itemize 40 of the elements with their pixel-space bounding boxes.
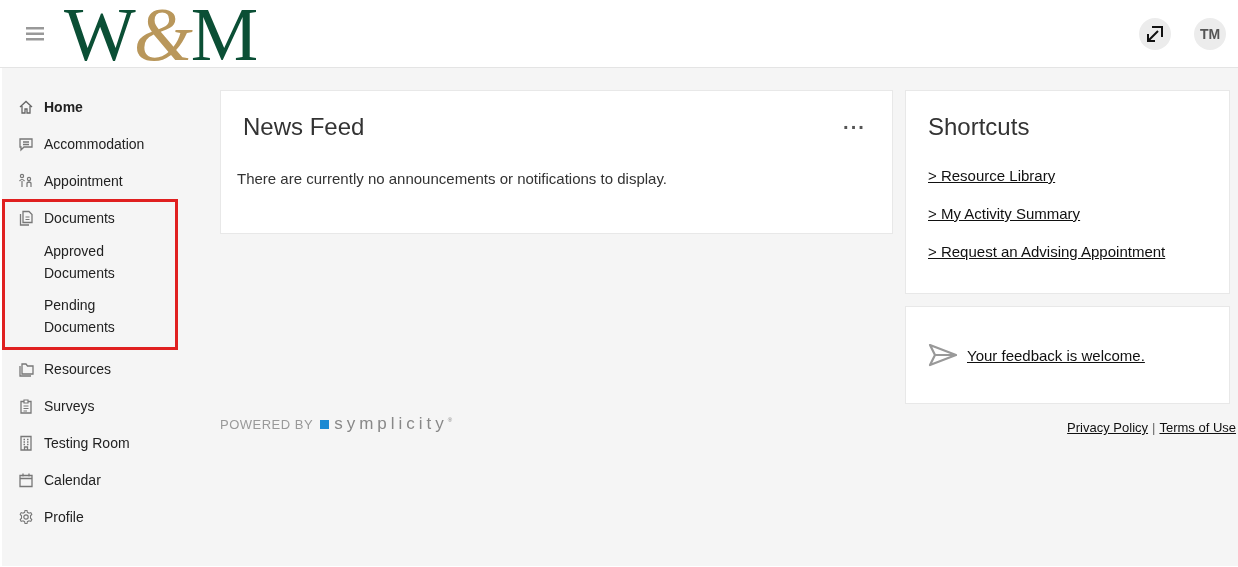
building-icon — [18, 434, 34, 451]
powered-by-label: POWERED BY — [220, 416, 314, 432]
logo-letter[interactable]: W — [64, 0, 134, 68]
sidebar-subitem[interactable]: Approved Documents — [2, 236, 144, 290]
shortcut-link[interactable]: > Request an Advising Appointment — [928, 243, 1166, 260]
user-avatar[interactable]: TM — [1194, 17, 1226, 50]
chat-icon — [18, 135, 34, 152]
document-icon — [18, 209, 34, 226]
shortcut-link[interactable]: > My Activity Summary — [928, 205, 1081, 222]
sidebar-item[interactable]: Home — [2, 88, 200, 125]
brand-name: symplicity$^{®}$ — [334, 414, 457, 434]
sidebar-item[interactable]: Accommodation — [2, 125, 200, 162]
card-title: News Feed — [243, 113, 365, 141]
sidebar-item[interactable]: Appointment — [2, 162, 200, 199]
card-title: Shortcuts — [928, 113, 1031, 141]
people-icon — [18, 172, 34, 189]
sidebar-item[interactable]: Documents — [2, 199, 178, 236]
more-button[interactable]: ··· — [833, 115, 876, 139]
clipboard-icon — [18, 397, 34, 414]
resize-icon — [1145, 23, 1165, 44]
menu-icon[interactable] — [26, 26, 44, 41]
sidebar-item[interactable]: Resources — [2, 350, 200, 387]
sidebar-subitem[interactable]: Pending Documents — [2, 290, 144, 344]
square-icon — [320, 419, 330, 429]
send-icon — [928, 343, 958, 367]
home-icon — [18, 98, 34, 115]
empty-message: There are currently no announcements or notifications to display. — [237, 170, 668, 187]
footer-link[interactable]: Privacy Policy — [1067, 420, 1149, 435]
footer-link[interactable]: Terms of Use — [1159, 420, 1236, 435]
folder-icon — [18, 360, 34, 377]
calendar-icon — [18, 471, 34, 488]
sidebar-item[interactable]: Testing Room — [2, 424, 200, 461]
sidebar-item[interactable]: Profile — [2, 498, 200, 535]
shortcut-link[interactable]: > Resource Library — [928, 167, 1056, 184]
gear-icon — [18, 508, 34, 525]
separator: | — [1152, 420, 1156, 435]
sidebar-item[interactable]: Surveys — [2, 387, 200, 424]
resize-button[interactable] — [1139, 17, 1171, 50]
sidebar-item[interactable]: Calendar — [2, 461, 200, 498]
feedback-link[interactable]: Your feedback is welcome. — [967, 346, 1145, 364]
